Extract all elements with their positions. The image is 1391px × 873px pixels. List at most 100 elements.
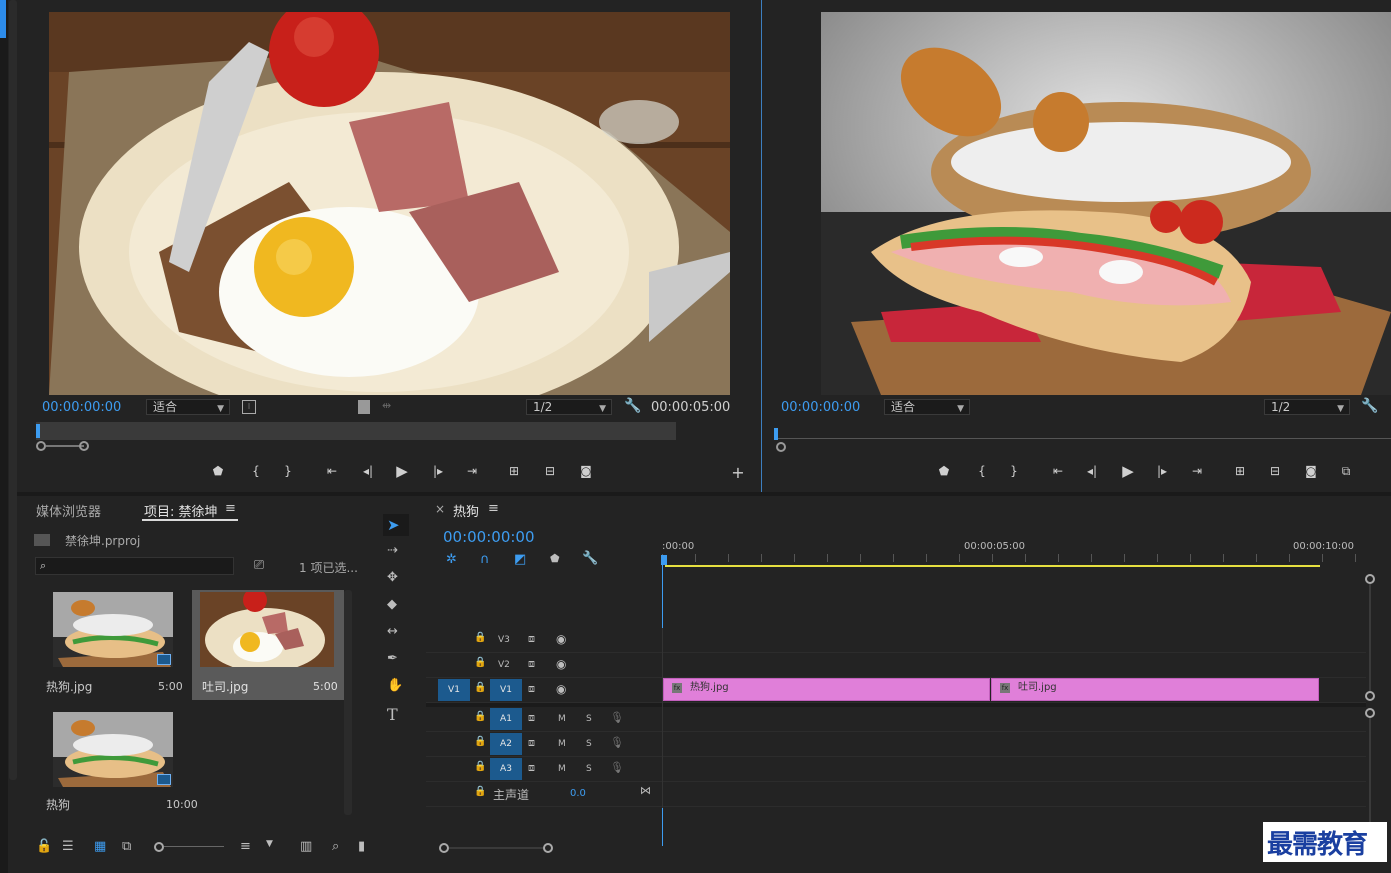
timeline-playhead-head[interactable] (661, 555, 667, 565)
audio-scroll-handle[interactable] (1365, 708, 1375, 718)
track-area[interactable] (662, 628, 1366, 808)
source-zoom-bar[interactable] (36, 441, 744, 451)
add-marker-icon[interactable]: ⬟ (934, 462, 954, 480)
lift-icon[interactable]: ⊞ (1230, 462, 1250, 480)
microphone-icon[interactable]: 🎙 (610, 711, 624, 724)
source-resolution-dropdown[interactable]: 1/2 ▼ (526, 399, 612, 415)
play-icon[interactable]: ▶ (1118, 462, 1138, 480)
eye-icon[interactable]: ◉ (556, 632, 566, 646)
mark-in-icon[interactable]: { (246, 462, 266, 480)
add-marker-icon[interactable]: ⬟ (550, 552, 560, 565)
mute-button[interactable]: M (558, 764, 566, 774)
mute-button[interactable]: M (558, 739, 566, 749)
program-timecode[interactable]: 00:00:00:00 (781, 400, 860, 415)
program-playhead[interactable] (774, 428, 778, 440)
master-volume[interactable]: 0.0 (570, 788, 586, 799)
tab-menu-icon[interactable]: ≡ (225, 501, 236, 516)
ripple-edit-tool-icon[interactable]: ✥ (387, 570, 398, 585)
compare-icon[interactable]: ⧉ (1336, 462, 1356, 480)
source-timecode[interactable]: 00:00:00:00 (42, 400, 121, 415)
step-forward-icon[interactable]: |▸ (1152, 462, 1172, 480)
track-target-a1[interactable]: A1 (490, 708, 522, 730)
slip-tool-icon[interactable]: ↔ (387, 624, 398, 639)
lock-icon[interactable]: 🔓 (36, 839, 52, 854)
source-playhead[interactable] (36, 424, 40, 438)
track-target-a2[interactable]: A2 (490, 733, 522, 755)
drag-video-icon[interactable]: ⇹ (382, 399, 391, 412)
go-to-out-icon[interactable]: ⇥ (462, 462, 482, 480)
step-back-icon[interactable]: ◂| (1082, 462, 1102, 480)
camera-icon[interactable]: ◙ (1301, 462, 1321, 480)
project-item-selected[interactable]: 吐司.jpg 5:00 (192, 590, 344, 700)
ruler-ticks[interactable] (662, 554, 1364, 562)
lock-icon[interactable]: 🔒 (474, 657, 486, 668)
icon-view-icon[interactable]: ▦ (94, 839, 106, 854)
step-forward-icon[interactable]: |▸ (428, 462, 448, 480)
timeline-zoom-handle-right[interactable] (543, 843, 553, 853)
microphone-icon[interactable]: 🎙 (610, 736, 624, 749)
left-scrollbar[interactable] (9, 0, 17, 780)
track-select-tool-icon[interactable]: ⇢ (387, 543, 398, 558)
lock-icon[interactable]: 🔒 (474, 711, 486, 722)
lock-icon[interactable]: 🔒 (474, 761, 486, 772)
tab-menu-icon[interactable]: ≡ (488, 501, 499, 516)
solo-button[interactable]: S (586, 764, 592, 774)
source-patch-v1[interactable]: V1 (438, 679, 470, 701)
add-marker-icon[interactable]: ⬟ (208, 462, 228, 480)
lock-icon[interactable]: 🔒 (474, 682, 486, 693)
video-scroll-handle[interactable] (1365, 691, 1375, 701)
play-icon[interactable]: ▶ (392, 462, 412, 480)
automate-icon[interactable]: ▥ (300, 839, 312, 854)
zoom-slider-handle[interactable] (154, 842, 164, 852)
program-zoom-handle[interactable] (776, 442, 786, 452)
settings-frame-icon[interactable]: ⁝ (242, 400, 256, 414)
overwrite-icon[interactable]: ⊟ (540, 462, 560, 480)
close-tab-icon[interactable]: × (435, 502, 445, 516)
timeline-zoom-handle-left[interactable] (439, 843, 449, 853)
razor-tool-icon[interactable]: ◆ (387, 597, 397, 612)
sort-icon[interactable]: ≡ (240, 839, 251, 854)
go-to-in-icon[interactable]: ⇤ (322, 462, 342, 480)
track-target-a3[interactable]: A3 (490, 758, 522, 780)
linked-selection-icon[interactable]: ◩ (514, 552, 526, 567)
hand-tool-icon[interactable]: ✋ (387, 678, 403, 693)
program-resolution-dropdown[interactable]: 1/2 ▼ (1264, 399, 1350, 415)
pen-tool-icon[interactable]: ✒ (387, 651, 398, 666)
sync-lock-icon[interactable]: ⧈ (528, 711, 535, 725)
selection-tool-icon[interactable]: ➤ (387, 516, 400, 534)
camera-icon[interactable]: ◙ (576, 462, 596, 480)
microphone-icon[interactable]: 🎙 (610, 761, 624, 774)
chevron-down-icon[interactable]: ▼ (266, 839, 273, 849)
zoom-handle-left[interactable] (36, 441, 46, 451)
project-item[interactable]: 热狗 10:00 (36, 704, 198, 816)
sync-lock-icon[interactable]: ⧈ (528, 761, 535, 775)
zoom-slider[interactable] (164, 846, 224, 847)
mute-button[interactable]: M (558, 714, 566, 724)
go-to-out-icon[interactable]: ⇥ (1187, 462, 1207, 480)
nest-icon[interactable]: ✲ (446, 552, 457, 567)
project-scrollbar[interactable] (344, 590, 352, 815)
find-icon[interactable]: ⌕ (332, 839, 339, 854)
go-to-in-icon[interactable]: ⇤ (1048, 462, 1068, 480)
wrench-icon[interactable]: 🔧 (1361, 398, 1378, 414)
mark-in-icon[interactable]: { (972, 462, 992, 480)
lock-icon[interactable]: 🔒 (474, 632, 486, 643)
new-search-bin-icon[interactable]: ⎚ (251, 558, 267, 573)
timeline-timecode[interactable]: 00:00:00:00 (443, 528, 535, 546)
insert-icon[interactable]: ⊞ (504, 462, 524, 480)
sync-lock-icon[interactable]: ⧈ (528, 682, 535, 696)
snap-icon[interactable]: ∩ (480, 552, 490, 567)
video-scroll-handle[interactable] (1365, 574, 1375, 584)
freeform-view-icon[interactable]: ⧉ (122, 839, 131, 854)
clip-icon[interactable] (358, 400, 370, 414)
solo-button[interactable]: S (586, 739, 592, 749)
sequence-tab[interactable]: 热狗 (453, 501, 479, 520)
add-button-icon[interactable]: + (728, 464, 748, 482)
program-time-ruler[interactable] (774, 438, 1391, 439)
eye-icon[interactable]: ◉ (556, 682, 566, 696)
tab-project[interactable]: 项目: 禁徐坤 (144, 501, 218, 520)
list-view-icon[interactable]: ☰ (62, 839, 74, 854)
tab-media-browser[interactable]: 媒体浏览器 (36, 501, 101, 520)
extract-icon[interactable]: ⊟ (1265, 462, 1285, 480)
type-tool-icon[interactable]: T (387, 705, 398, 724)
